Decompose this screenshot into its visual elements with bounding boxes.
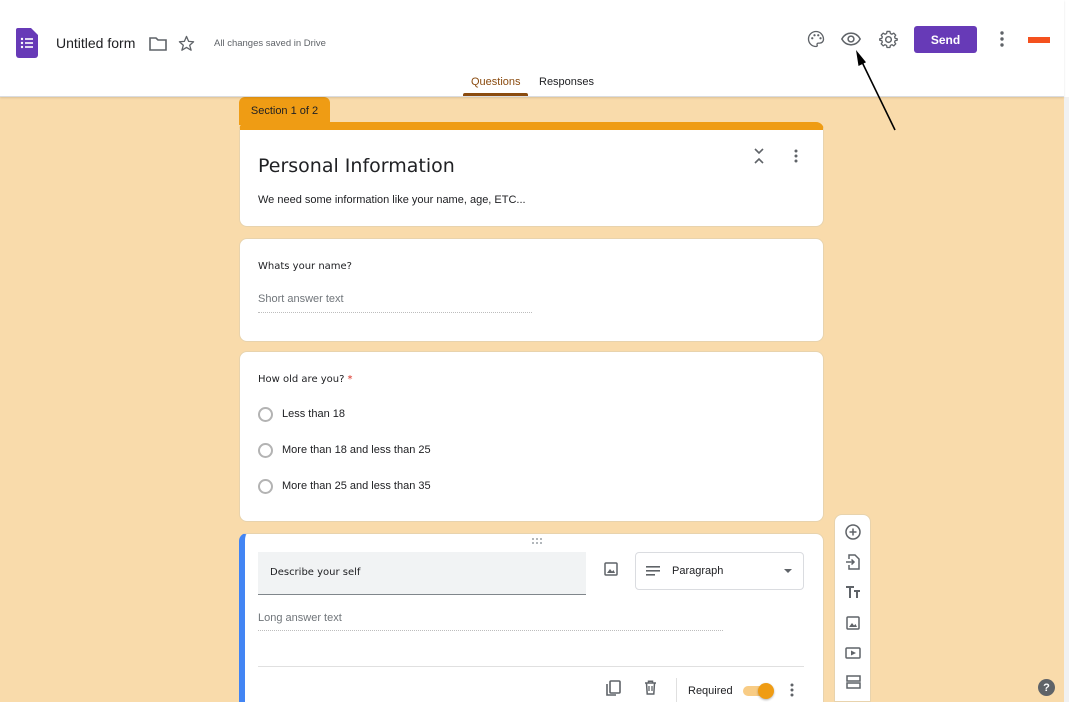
radio-option[interactable]: More than 18 and less than 25 bbox=[258, 441, 431, 459]
add-title-icon[interactable] bbox=[843, 582, 863, 602]
form-title[interactable]: Untitled form bbox=[56, 35, 135, 51]
question-title: Whats your name? bbox=[258, 261, 352, 272]
radio-button[interactable] bbox=[258, 478, 273, 494]
short-answer-placeholder: Short answer text bbox=[258, 293, 532, 313]
radio-button[interactable] bbox=[258, 442, 273, 458]
radio-button[interactable] bbox=[258, 406, 273, 422]
radio-option[interactable]: More than 25 and less than 35 bbox=[258, 477, 431, 495]
radio-option-label: More than 25 and less than 35 bbox=[282, 480, 431, 492]
section-more-icon[interactable] bbox=[787, 147, 805, 165]
form-editor-canvas: Section 1 of 2 Personal Information We n… bbox=[0, 97, 1064, 702]
folder-icon[interactable] bbox=[146, 32, 170, 56]
question-title: How old are you? * bbox=[258, 374, 353, 385]
eye-icon[interactable] bbox=[839, 27, 863, 51]
palette-icon[interactable] bbox=[804, 27, 828, 51]
radio-option-label: Less than 18 bbox=[282, 408, 345, 420]
more-vert-icon[interactable] bbox=[990, 27, 1014, 51]
long-answer-placeholder: Long answer text bbox=[258, 612, 723, 631]
toolbar-divider bbox=[676, 678, 677, 702]
question-title-input[interactable]: Describe your self bbox=[258, 552, 586, 595]
add-section-icon[interactable] bbox=[843, 672, 863, 692]
account-badge[interactable] bbox=[1028, 37, 1050, 43]
tab-questions[interactable]: Questions bbox=[471, 76, 521, 88]
active-tab-indicator bbox=[463, 93, 528, 96]
page-scrollbar[interactable] bbox=[1064, 97, 1069, 702]
required-toggle[interactable] bbox=[740, 683, 774, 699]
help-button[interactable]: ? bbox=[1038, 679, 1055, 696]
question-more-icon[interactable] bbox=[783, 681, 801, 699]
question-type-dropdown[interactable]: Paragraph bbox=[635, 552, 804, 590]
tab-responses[interactable]: Responses bbox=[539, 76, 594, 88]
drag-handle-icon[interactable] bbox=[531, 537, 543, 545]
duplicate-icon[interactable] bbox=[604, 679, 622, 697]
section-title[interactable]: Personal Information bbox=[258, 155, 455, 177]
star-icon[interactable] bbox=[174, 31, 198, 55]
send-button[interactable]: Send bbox=[914, 26, 977, 53]
section-header-card[interactable]: Personal Information We need some inform… bbox=[239, 122, 824, 227]
section-description[interactable]: We need some information like your name,… bbox=[258, 194, 526, 206]
chevron-down-icon bbox=[784, 569, 792, 573]
toggle-thumb bbox=[758, 683, 774, 699]
section-label: Section 1 of 2 bbox=[239, 97, 330, 125]
save-status: All changes saved in Drive bbox=[214, 38, 326, 49]
question-card-describe[interactable]: Describe your self Paragraph Long answer… bbox=[239, 533, 824, 702]
gear-icon[interactable] bbox=[876, 27, 900, 51]
forms-logo-icon[interactable] bbox=[16, 28, 38, 58]
radio-option-label: More than 18 and less than 25 bbox=[282, 444, 431, 456]
required-label: Required bbox=[688, 685, 733, 697]
trash-icon[interactable] bbox=[641, 678, 659, 696]
side-toolbar bbox=[834, 514, 871, 702]
add-image-icon[interactable] bbox=[602, 560, 620, 578]
add-image-icon[interactable] bbox=[843, 613, 863, 633]
card-divider bbox=[258, 666, 804, 667]
question-type-label: Paragraph bbox=[672, 565, 724, 577]
radio-option[interactable]: Less than 18 bbox=[258, 405, 345, 423]
add-video-icon[interactable] bbox=[843, 643, 863, 663]
required-asterisk: * bbox=[347, 374, 353, 385]
app-header: Untitled form All changes saved in Drive… bbox=[0, 0, 1064, 97]
add-question-icon[interactable] bbox=[843, 522, 863, 542]
question-card-age[interactable]: How old are you? * Less than 18 More than… bbox=[239, 351, 824, 522]
collapse-icon[interactable] bbox=[750, 147, 768, 165]
paragraph-icon bbox=[646, 566, 660, 576]
question-card-name[interactable]: Whats your name? Short answer text bbox=[239, 238, 824, 342]
import-questions-icon[interactable] bbox=[843, 552, 863, 572]
